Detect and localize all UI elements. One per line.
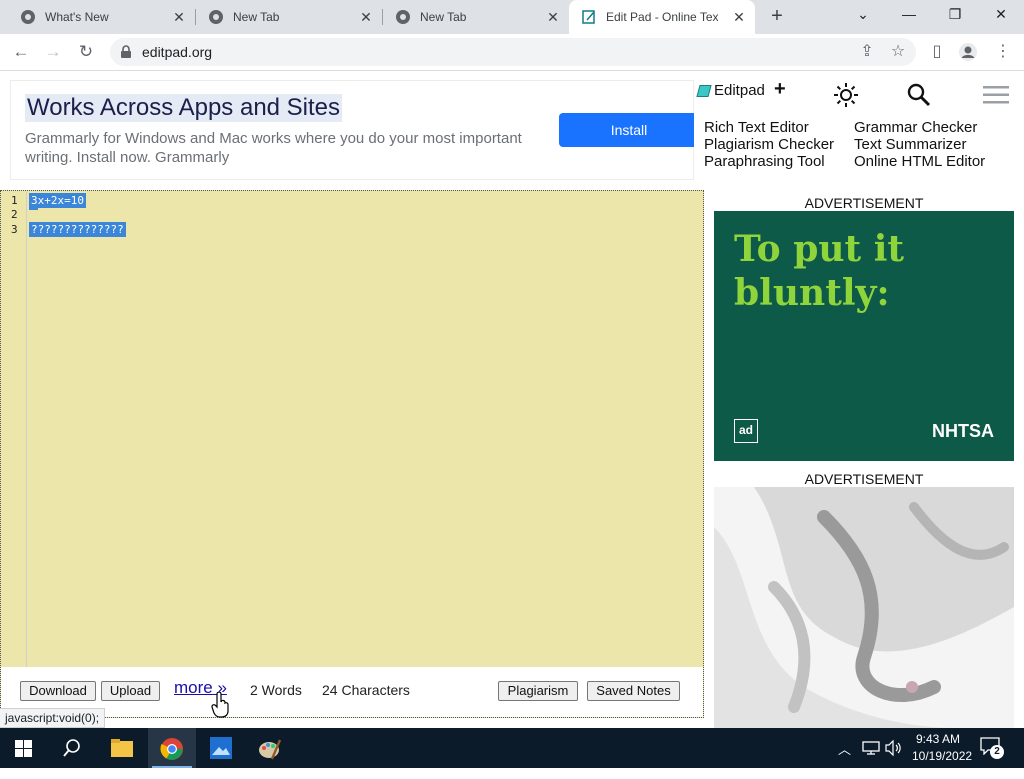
windows-taskbar: ︿ 9:43 AM 10/19/2022 2 [0, 728, 1024, 768]
line-number: 2 [11, 208, 18, 221]
tab-strip: What's New ✕ New Tab ✕ New Tab ✕ Edit Pa… [0, 0, 1024, 34]
editor-toolbar: Download Upload more » 2 Words 24 Charac… [1, 667, 703, 717]
tab-title: New Tab [233, 10, 280, 24]
ad-label: ADVERTISEMENT [804, 195, 924, 211]
tab-title: What's New [45, 10, 109, 24]
hand-cursor-icon [211, 692, 229, 718]
line-number-gutter: 1 2 3 [1, 191, 27, 667]
ad-body: Grammarly for Windows and Mac works wher… [25, 130, 522, 166]
ad-headline-line1: To put it [734, 228, 905, 270]
notification-badge: 2 [990, 745, 1004, 759]
line-number: 1 [11, 194, 18, 207]
nav-link-online-html-editor[interactable]: Online HTML Editor [854, 153, 985, 170]
line-number: 3 [11, 223, 18, 236]
editpad-favicon-icon [582, 10, 595, 24]
close-tab-icon[interactable]: ✕ [545, 9, 561, 25]
nav-links-col1: Rich Text Editor Plagiarism Checker Para… [704, 119, 834, 170]
minimize-button[interactable]: — [886, 0, 932, 30]
file-explorer-icon[interactable] [98, 728, 146, 768]
action-center-icon[interactable]: 2 [980, 737, 1004, 759]
nav-link-rich-text-editor[interactable]: Rich Text Editor [704, 119, 834, 136]
system-clock[interactable]: 9:43 AM 10/19/2022 [912, 731, 973, 765]
theme-toggle-sun-icon[interactable] [833, 82, 859, 108]
clock-date: 10/19/2022 [912, 749, 973, 763]
text-editor[interactable]: 1 2 3 3x+2x=10 ?????????????? Download U… [0, 190, 704, 718]
ad-council-logo: ad [734, 419, 758, 443]
chrome-icon [209, 10, 223, 24]
nhtsa-ad[interactable]: To put it bluntly: ad NHTSA [714, 211, 1014, 461]
search-icon[interactable] [906, 82, 932, 108]
tab-search-icon[interactable]: ⌄ [840, 0, 886, 30]
ad-headline: To put it bluntly: [734, 227, 904, 315]
share-icon[interactable]: ⇪ [857, 42, 877, 62]
restore-button[interactable]: ❐ [932, 0, 978, 30]
volume-icon[interactable] [885, 740, 903, 756]
menu-kebab-icon[interactable]: ⋮ [993, 42, 1013, 62]
chrome-icon [21, 10, 35, 24]
back-button[interactable]: ← [10, 41, 32, 63]
install-button[interactable]: Install [559, 113, 699, 147]
word-count: 2 Words [250, 682, 302, 698]
paint-app-icon[interactable] [246, 728, 294, 768]
ad-label: ADVERTISEMENT [804, 471, 924, 487]
close-tab-icon[interactable]: ✕ [731, 9, 747, 25]
logo-mark-icon [696, 84, 712, 97]
lock-icon [121, 45, 131, 58]
bookmark-star-icon[interactable]: ☆ [888, 42, 908, 62]
tab-new-tab-2[interactable]: New Tab ✕ [383, 0, 569, 34]
search-icon[interactable] [63, 739, 81, 757]
hamburger-menu-icon[interactable] [983, 82, 1009, 108]
abstract-image-ad[interactable] [714, 487, 1014, 728]
tab-whats-new[interactable]: What's New ✕ [0, 0, 195, 34]
chrome-icon [396, 10, 410, 24]
nav-link-plagiarism-checker[interactable]: Plagiarism Checker [704, 136, 834, 153]
logo-text: Editpad [714, 82, 765, 99]
address-bar[interactable]: editpad.org [110, 38, 916, 66]
new-tab-button[interactable]: + [766, 6, 788, 28]
tab-edit-pad[interactable]: Edit Pad - Online Text E ✕ [569, 0, 755, 34]
grammarly-ad-banner[interactable]: Works Across Apps and Sites Grammarly fo… [10, 80, 699, 180]
nav-links-col2: Grammar Checker Text Summarizer Online H… [854, 119, 985, 170]
photos-app-icon[interactable] [197, 728, 245, 768]
tab-title: Edit Pad - Online Text E [606, 10, 718, 24]
windows-start-icon[interactable] [15, 740, 32, 757]
editpad-logo[interactable]: Editpad [696, 82, 765, 99]
close-tab-icon[interactable]: ✕ [358, 9, 374, 25]
plagiarism-button[interactable]: Plagiarism [498, 681, 578, 701]
editor-line[interactable]: ?????????????? [29, 222, 126, 237]
download-button[interactable]: Download [20, 681, 96, 701]
nhtsa-logo: NHTSA [932, 421, 994, 441]
show-hidden-icons-chevron-icon[interactable]: ︿ [838, 739, 851, 779]
browser-toolbar: ← → ↻ editpad.org ⇪ ☆ ▯ ⋮ [0, 34, 1024, 71]
close-window-button[interactable]: ✕ [978, 0, 1024, 30]
new-document-button[interactable]: + [774, 78, 786, 101]
chrome-taskbar-icon[interactable] [148, 728, 196, 768]
tab-new-tab-1[interactable]: New Tab ✕ [196, 0, 382, 34]
editor-line[interactable]: 3x+2x=10 [29, 193, 86, 208]
site-header: Editpad + Rich Text Editor Plagiarism Ch… [694, 72, 1024, 190]
nav-link-grammar-checker[interactable]: Grammar Checker [854, 119, 985, 136]
editor-line[interactable] [29, 208, 38, 210]
clock-time: 9:43 AM [915, 732, 961, 746]
profile-avatar-icon[interactable] [958, 42, 978, 62]
nav-link-paraphrasing-tool[interactable]: Paraphrasing Tool [704, 153, 834, 170]
status-bar-url: javascript:void(0); [0, 708, 106, 728]
network-icon[interactable] [862, 741, 880, 755]
tab-title: New Tab [420, 10, 467, 24]
ad-image [714, 487, 1014, 728]
url-text: editpad.org [142, 44, 213, 60]
forward-button[interactable]: → [42, 41, 64, 63]
reload-button[interactable]: ↻ [75, 41, 97, 63]
page-content: Works Across Apps and Sites Grammarly fo… [0, 72, 1024, 728]
ad-headline-line2: bluntly: [734, 272, 890, 314]
side-panel-icon[interactable]: ▯ [927, 42, 947, 62]
close-tab-icon[interactable]: ✕ [171, 9, 187, 25]
character-count: 24 Characters [322, 682, 410, 698]
saved-notes-button[interactable]: Saved Notes [587, 681, 680, 701]
nav-link-text-summarizer[interactable]: Text Summarizer [854, 136, 985, 153]
upload-button[interactable]: Upload [101, 681, 160, 701]
ad-title[interactable]: Works Across Apps and Sites [25, 94, 343, 122]
